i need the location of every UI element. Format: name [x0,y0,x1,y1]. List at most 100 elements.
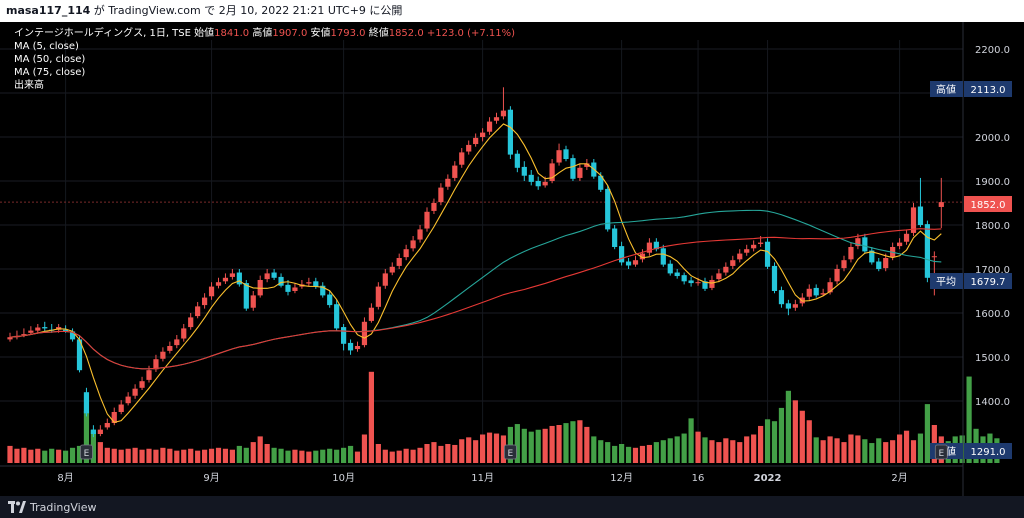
volume-bar [890,440,896,463]
volume-bar [28,449,34,463]
candle-body [688,280,694,284]
candle-body [104,423,110,428]
candle-body [737,253,743,260]
candle-body [883,258,889,269]
candle-body [410,240,416,249]
x-tick-label: 11月 [471,472,494,484]
volume-bar [785,390,791,463]
candle-body [146,370,152,380]
legend-ma75[interactable]: MA (75, close) [14,66,515,79]
candle-body [202,297,208,306]
volume-bar [570,421,576,463]
candle-body [486,121,493,132]
y-tick-label: 1400.0 [975,397,1010,408]
x-tick-label: 8月 [57,472,73,484]
candle-body [716,273,722,280]
volume-bar [56,449,62,463]
x-tick-label: 12月 [610,472,633,484]
low-label: 安値 [310,28,331,39]
volume-bar [118,449,124,463]
candle-body [758,242,764,244]
price-badge-value: 1679.7 [971,277,1006,288]
volume-bar [181,449,187,463]
candle-body [250,295,256,308]
candle-body [632,260,639,265]
y-tick-label: 2000.0 [975,133,1010,144]
volume-bar [236,445,242,463]
volume-bar [445,444,451,463]
volume-bar [799,410,805,463]
candle-body [125,396,131,404]
volume-bar [723,438,729,463]
volume-bar [653,442,659,463]
candle-body [493,117,500,121]
candle-body [619,246,625,263]
candle-body [160,351,166,359]
volume-bar [438,445,444,463]
candle-body [542,181,548,186]
candle-body [42,327,48,329]
volume-bar [577,420,583,463]
y-tick-label: 1500.0 [975,353,1010,364]
legend-ma5[interactable]: MA (5, close) [14,40,515,53]
candle-body [528,174,534,182]
candle-body [334,304,340,329]
footer-brand[interactable]: TradingView [30,501,96,514]
legend-ma50[interactable]: MA (50, close) [14,53,515,66]
candle-body [570,158,576,179]
candle-body [674,272,680,277]
volume-bar [174,450,180,463]
volume-bar [869,443,875,463]
candle-body [459,152,465,165]
price-chart[interactable]: 1400.01500.01600.01700.01800.01900.02000… [0,22,1024,496]
volume-bar [466,437,472,463]
volume-bar [410,449,416,463]
publisher-username[interactable]: masa117_114 [6,4,90,17]
candle-body [841,260,847,269]
volume-bar [292,449,298,463]
earnings-marker-label: E [938,449,944,459]
candle-body [167,346,173,351]
volume-bar [132,447,138,463]
candle-body [438,187,444,203]
candle-body [723,266,729,273]
candle-body [313,281,319,287]
candle-body [28,330,34,333]
candle-body [181,328,187,339]
price-badge-label: 高値 [936,83,956,96]
symbol-title[interactable]: インテージホールディングス, 1日, TSE [14,28,191,39]
volume-bar [591,436,597,463]
chart-area[interactable]: 1400.0 1500.0 1600.0 1700.0 1800.0 1900.0 2000… [0,22,1024,496]
volume-bar [111,448,117,463]
candle-body [452,165,458,178]
candle-body [792,304,798,308]
candle-body [730,260,736,266]
volume-bar [709,440,715,463]
candle-body [278,276,284,286]
volume-bar [354,451,361,463]
volume-bar [347,445,354,463]
volume-bar [69,447,76,463]
volume-bar [778,407,785,463]
x-tick-label: 2月 [891,472,907,484]
publish-header: masa117_114 が TradingView.com で 2月 10, 2… [0,0,1024,22]
volume-bar [716,442,722,463]
volume-bar [327,448,333,463]
volume-bar [250,442,256,463]
volume-bar [563,423,569,463]
candle-body [424,211,430,229]
candle-body [354,346,361,350]
legend-volume[interactable]: 出来高 [14,79,515,92]
earnings-marker-label: E [508,449,514,459]
candle-body [625,261,632,266]
candle-body [744,249,750,253]
volume-bar [841,442,847,463]
candle-body [243,283,249,309]
candle-body [90,429,96,434]
volume-bar [104,447,110,463]
volume-bar [334,449,340,463]
x-tick-label: 9月 [203,472,219,484]
volume-bar [632,447,639,463]
open-label: 始値 [194,28,215,39]
candle-body [903,233,910,242]
